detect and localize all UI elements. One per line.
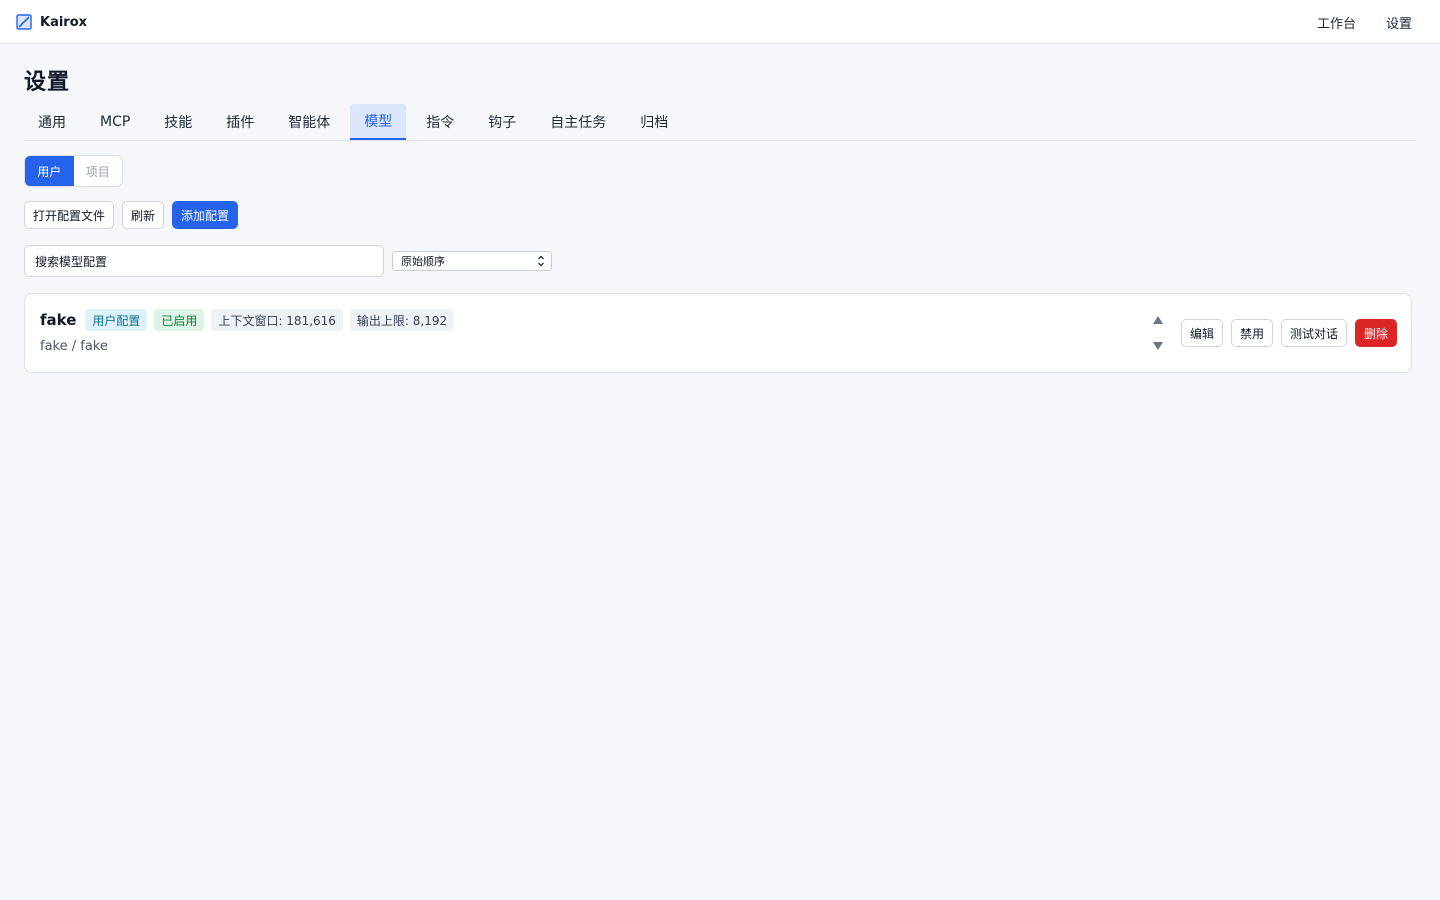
reorder-controls bbox=[1149, 310, 1167, 356]
test-chat-button[interactable]: 测试对话 bbox=[1280, 319, 1347, 347]
top-bar: Kairox 工作台 设置 bbox=[0, 0, 1440, 44]
open-config-file-button[interactable]: 打开配置文件 bbox=[24, 201, 115, 229]
scope-toggle: 用户 项目 bbox=[24, 155, 123, 187]
tab-mcp[interactable]: MCP bbox=[86, 104, 144, 140]
edit-button[interactable]: 编辑 bbox=[1180, 319, 1223, 347]
disable-button[interactable]: 禁用 bbox=[1230, 319, 1273, 347]
context-window-badge: 上下文窗口: 181,616 bbox=[211, 309, 343, 331]
tab-autonomous-tasks[interactable]: 自主任务 bbox=[536, 104, 620, 140]
scope-project-button[interactable]: 项目 bbox=[74, 156, 123, 186]
triangle-up-icon bbox=[1153, 316, 1163, 324]
toolbar: 打开配置文件 刷新 添加配置 bbox=[24, 201, 246, 229]
delete-button[interactable]: 删除 bbox=[1354, 319, 1397, 347]
provider-model: fake / fake bbox=[40, 339, 108, 354]
scope-badge: 用户配置 bbox=[85, 309, 148, 331]
nav-settings[interactable]: 设置 bbox=[1374, 7, 1424, 38]
app-name: Kairox bbox=[40, 14, 88, 30]
tab-plugins[interactable]: 插件 bbox=[212, 104, 268, 140]
add-config-button[interactable]: 添加配置 bbox=[172, 201, 239, 229]
move-down-button[interactable] bbox=[1149, 336, 1167, 356]
page-title: 设置 bbox=[24, 70, 71, 95]
triangle-down-icon bbox=[1153, 342, 1163, 350]
nav-workbench[interactable]: 工作台 bbox=[1305, 7, 1368, 38]
model-name: fake bbox=[40, 311, 77, 329]
brand[interactable]: Kairox bbox=[16, 13, 87, 31]
model-card-actions: 编辑 禁用 测试对话 删除 bbox=[1173, 319, 1397, 347]
status-badge: 已启用 bbox=[154, 309, 205, 331]
sort-select[interactable]: 原始顺序 bbox=[392, 251, 552, 271]
tab-general[interactable]: 通用 bbox=[24, 104, 80, 140]
select-caret-icon bbox=[537, 254, 545, 268]
refresh-button[interactable]: 刷新 bbox=[122, 201, 165, 229]
model-card: fake 用户配置 已启用 上下文窗口: 181,616 输出上限: 8,192… bbox=[24, 293, 1412, 373]
tab-hooks[interactable]: 钩子 bbox=[474, 104, 530, 140]
tab-skills[interactable]: 技能 bbox=[150, 104, 206, 140]
settings-tabs: 通用 MCP 技能 插件 智能体 模型 指令 钩子 自主任务 归档 bbox=[24, 104, 1416, 141]
pen-square-icon bbox=[16, 14, 32, 30]
tab-archive[interactable]: 归档 bbox=[626, 104, 682, 140]
scope-user-button[interactable]: 用户 bbox=[25, 156, 74, 186]
model-card-header: fake 用户配置 已启用 上下文窗口: 181,616 输出上限: 8,192 bbox=[40, 309, 461, 331]
search-input[interactable] bbox=[24, 245, 384, 277]
max-output-badge: 输出上限: 8,192 bbox=[349, 309, 455, 331]
tab-models[interactable]: 模型 bbox=[350, 104, 407, 140]
move-up-button[interactable] bbox=[1149, 310, 1167, 330]
tab-instructions[interactable]: 指令 bbox=[412, 104, 468, 140]
sort-selected-value: 原始顺序 bbox=[401, 255, 445, 268]
top-nav: 工作台 设置 bbox=[1299, 0, 1424, 44]
tab-agents[interactable]: 智能体 bbox=[274, 104, 344, 140]
